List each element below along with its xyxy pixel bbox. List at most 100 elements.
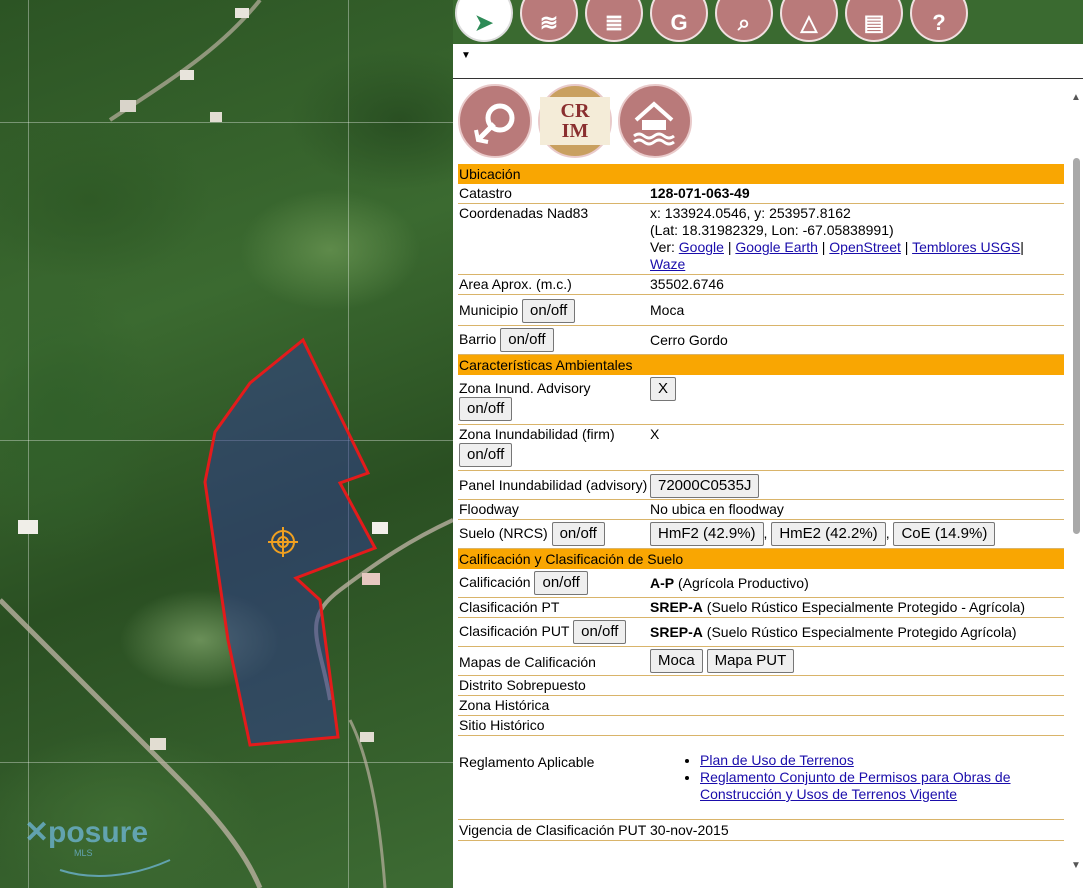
row-coordenadas: Coordenadas Nad83 x: 133924.0546, y: 253…: [458, 203, 1064, 275]
suelo-hmf2-button[interactable]: HmF2 (42.9%): [650, 522, 764, 546]
coord-latlon: (Lat: 18.31982329, Lon: -67.05838991): [650, 222, 894, 238]
panel-inundabilidad-button[interactable]: 72000C0535J: [650, 474, 760, 498]
link-waze[interactable]: Waze: [650, 256, 685, 272]
link-google[interactable]: Google: [679, 239, 724, 255]
clasificacion-put-toggle-button[interactable]: on/off: [573, 620, 627, 644]
floodway-label: Floodway: [458, 499, 649, 520]
map-overlay: ✕ posure MLS: [0, 0, 453, 888]
link-openstreet[interactable]: OpenStreet: [829, 239, 901, 255]
layers-icon[interactable]: ≋: [520, 0, 578, 42]
ver-label: Ver:: [650, 239, 675, 255]
row-area: Area Aprox. (m.c.) 35502.6746: [458, 274, 1064, 295]
clasificacion-put-desc: (Suelo Rústico Especialmente Protegido A…: [702, 624, 1017, 640]
floodway-value: No ubica en floodway: [649, 499, 1064, 520]
building: [235, 8, 249, 18]
info-panel: ▼ ▲ ▼ CR IM Ubicación Catastro 128-071-0…: [453, 44, 1083, 888]
zona-inund-firm-label: Zona Inundabilidad (firm): [459, 426, 615, 442]
gps-document-icon[interactable]: G: [650, 0, 708, 42]
watermark-text: posure: [48, 816, 148, 849]
suelo-toggle-button[interactable]: on/off: [551, 522, 605, 546]
layers-stack-icon[interactable]: ≣: [585, 0, 643, 42]
catastro-value: 128-071-063-49: [649, 184, 1064, 204]
calificacion-label-cell: Calificación on/off: [458, 569, 649, 598]
calificacion-toggle-button[interactable]: on/off: [534, 571, 588, 595]
row-reglamento: Reglamento Aplicable Plan de Uso de Terr…: [458, 735, 1064, 820]
building: [18, 520, 38, 534]
svg-text:✕: ✕: [24, 816, 49, 849]
calificacion-code: A-P: [650, 575, 675, 591]
row-suelo: Suelo (NRCS) on/off HmF2 (42.9%), HmE2 (…: [458, 519, 1064, 549]
row-calificacion: Calificación on/off A-P (Agrícola Produc…: [458, 569, 1064, 598]
municipio-toggle-button[interactable]: on/off: [522, 299, 576, 323]
clasificacion-put-value: SREP-A (Suelo Rústico Especialmente Prot…: [649, 617, 1064, 647]
search-icon[interactable]: ⌕: [715, 0, 773, 42]
scroll-down-icon[interactable]: ▼: [1071, 860, 1081, 871]
clasificacion-pt-label: Clasificación PT: [458, 597, 649, 618]
barrio-label-cell: Barrio on/off: [458, 325, 649, 355]
area-label: Area Aprox. (m.c.): [458, 274, 649, 295]
distrito-sobrepuesto-value: [649, 675, 1064, 696]
barrio-label: Barrio: [459, 331, 497, 347]
building: [150, 738, 166, 750]
zona-inund-advisory-value-button[interactable]: X: [650, 377, 677, 401]
row-zona-historica: Zona Histórica: [458, 695, 1064, 716]
zona-inund-advisory-value-cell: X: [649, 375, 1064, 425]
view-links: Ver: Google | Google Earth | OpenStreet …: [650, 239, 1024, 272]
zona-inund-firm-toggle-button[interactable]: on/off: [459, 443, 513, 467]
calificacion-value: A-P (Agrícola Productivo): [649, 569, 1064, 598]
scrollbar-thumb[interactable]: [1073, 158, 1080, 534]
zona-inund-advisory-toggle-button[interactable]: on/off: [459, 397, 513, 421]
link-reglamento-conjunto[interactable]: Reglamento Conjunto de Permisos para Obr…: [700, 769, 1011, 802]
zona-historica-value: [649, 695, 1064, 716]
suelo-label-cell: Suelo (NRCS) on/off: [458, 519, 649, 549]
reglamento-label: Reglamento Aplicable: [458, 735, 649, 820]
crim-logo[interactable]: CR IM: [538, 84, 612, 158]
measure-icon[interactable]: △: [780, 0, 838, 42]
catastro-label: Catastro: [458, 184, 649, 204]
layer-selector[interactable]: ▼: [453, 44, 1083, 79]
caret-down-icon[interactable]: ▼: [461, 50, 471, 61]
row-sitio-historico: Sitio Histórico: [458, 715, 1064, 736]
building: [120, 100, 136, 112]
mapa-moca-button[interactable]: Moca: [650, 649, 703, 673]
suelo-values: HmF2 (42.9%), HmE2 (42.2%), CoE (14.9%): [649, 519, 1064, 549]
suelo-coe-button[interactable]: CoE (14.9%): [893, 522, 996, 546]
zona-historica-label: Zona Histórica: [458, 695, 649, 716]
link-plan-uso-terrenos[interactable]: Plan de Uso de Terrenos: [700, 752, 854, 768]
reglamento-item: Reglamento Conjunto de Permisos para Obr…: [700, 769, 1064, 803]
maps-pin-icon[interactable]: ➤: [455, 0, 513, 42]
scrollbar[interactable]: ▲ ▼: [1069, 88, 1083, 888]
print-icon[interactable]: ▤: [845, 0, 903, 42]
reglamento-item: Plan de Uso de Terrenos: [700, 752, 1064, 769]
help-icon[interactable]: ?: [910, 0, 968, 42]
municipio-label: Municipio: [459, 302, 519, 318]
watermark-subtext: MLS: [74, 848, 93, 858]
reglamento-list: Plan de Uso de Terrenos Reglamento Conju…: [650, 752, 1064, 803]
link-temblores-usgs[interactable]: Temblores USGS: [912, 239, 1020, 255]
row-distrito-sobrepuesto: Distrito Sobrepuesto: [458, 675, 1064, 696]
row-floodway: Floodway No ubica en floodway: [458, 499, 1064, 520]
clasificacion-put-label-cell: Clasificación PUT on/off: [458, 617, 649, 647]
barrio-toggle-button[interactable]: on/off: [500, 328, 554, 352]
clasificacion-put-label: Clasificación PUT: [459, 623, 570, 639]
zona-inund-firm-label-cell: Zona Inundabilidad (firm) on/off: [458, 424, 649, 471]
area-value: 35502.6746: [649, 274, 1064, 295]
clasificacion-pt-desc: (Suelo Rústico Especialmente Protegido -…: [702, 599, 1026, 615]
building: [180, 70, 194, 80]
coordenadas-label: Coordenadas Nad83: [458, 203, 649, 275]
row-catastro: Catastro 128-071-063-49: [458, 184, 1064, 204]
calificacion-label: Calificación: [459, 574, 531, 590]
barrio-value: Cerro Gordo: [649, 325, 1064, 355]
building: [360, 732, 374, 742]
coord-xy: x: 133924.0546, y: 253957.8162: [650, 205, 851, 221]
crim-logo-text: CR IM: [540, 97, 610, 145]
link-google-earth[interactable]: Google Earth: [735, 239, 818, 255]
section-header-ambientales: Características Ambientales: [458, 354, 1064, 375]
suelo-hme2-button[interactable]: HmE2 (42.2%): [771, 522, 886, 546]
mapa-put-button[interactable]: Mapa PUT: [706, 649, 795, 673]
sitio-historico-label: Sitio Histórico: [458, 715, 649, 736]
flood-house-icon[interactable]: [618, 84, 692, 158]
scroll-up-icon[interactable]: ▲: [1071, 92, 1081, 103]
share-arrow-icon[interactable]: [458, 84, 532, 158]
map-view[interactable]: ✕ posure MLS: [0, 0, 453, 888]
